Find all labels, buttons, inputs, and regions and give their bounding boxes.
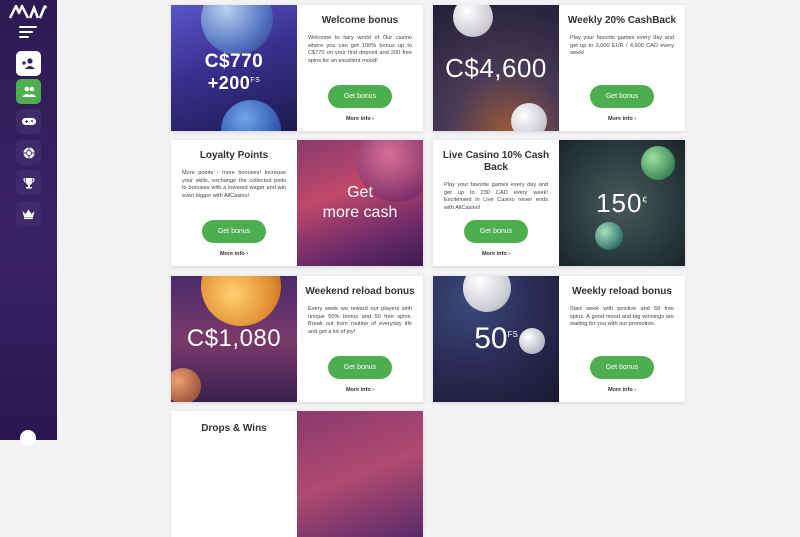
freespins-amount: 50FS: [474, 322, 518, 355]
promo-card-weekly-reload: 50FS Weekly reload bonus Start week with…: [433, 276, 685, 402]
trophy-icon[interactable]: [16, 170, 41, 195]
promo-card-weekend-reload: C$1,080 Weekend reload bonus Every week …: [171, 276, 423, 402]
promo-info: Live Casino 10% Cash Back Play your favo…: [433, 140, 559, 266]
planet-decoration: [641, 146, 675, 180]
menu-icon[interactable]: [19, 26, 37, 40]
promo-title: Weekly reload bonus: [572, 286, 672, 297]
promo-info: Weekly reload bonus Start week with posi…: [559, 276, 685, 402]
promo-image: Get more cash: [297, 140, 423, 266]
promo-info: Loyalty Points More points - more bonuse…: [171, 140, 297, 266]
promo-image-text: more cash: [322, 204, 398, 221]
chevron-right-icon: ›: [634, 116, 637, 122]
promo-title: Weekend reload bonus: [305, 286, 415, 297]
planet-decoration: [171, 368, 201, 402]
promo-description: Start week with positive and 50 free spi…: [570, 306, 674, 328]
promo-description: Play your favorite games every day and g…: [444, 182, 548, 211]
freespins-amount: +200FS: [207, 72, 261, 93]
planet-decoration: [595, 222, 623, 250]
promo-image: 50FS: [433, 276, 559, 402]
promo-info: Weekly 20% CashBack Play your favorite g…: [559, 5, 685, 131]
promo-title: Weekly 20% CashBack: [567, 15, 677, 26]
promo-image: C$770 +200FS: [171, 5, 297, 131]
logo[interactable]: [8, 4, 48, 20]
promo-card-loyalty: Loyalty Points More points - more bonuse…: [171, 140, 423, 266]
chevron-right-icon: ›: [634, 387, 637, 393]
promo-description: Welcome to fairy world of Our casino whe…: [308, 35, 412, 64]
get-bonus-button[interactable]: Get bonus: [328, 85, 392, 108]
moon-decoration: [519, 328, 545, 354]
promo-title: Drops & Wins: [201, 423, 267, 434]
more-info-link[interactable]: More info ›: [297, 387, 423, 393]
promo-info: Welcome bonus Welcome to fairy world of …: [297, 5, 423, 131]
user-icon[interactable]: [16, 51, 41, 76]
planet-decoration: [201, 276, 281, 326]
promo-description: Every week we reward our players with un…: [308, 306, 412, 335]
chat-icon[interactable]: [20, 430, 36, 446]
promo-card-live-casino: Live Casino 10% Cash Back Play your favo…: [433, 140, 685, 266]
promo-image: 150€: [559, 140, 685, 266]
get-bonus-button[interactable]: Get bonus: [202, 220, 266, 243]
bonus-amount: C$1,080: [186, 325, 282, 352]
promo-title: Welcome bonus: [321, 15, 399, 26]
promo-info: Drops & Wins: [171, 411, 297, 537]
promo-info: Weekend reload bonus Every week we rewar…: [297, 276, 423, 402]
gamepad-icon[interactable]: [16, 109, 41, 134]
promo-description: More points - more bonuses! Increase you…: [182, 170, 286, 199]
promo-image: C$1,080: [171, 276, 297, 402]
promo-description: Play your favorite games every day and g…: [570, 35, 674, 57]
more-info-link[interactable]: More info ›: [297, 116, 423, 122]
chevron-right-icon: ›: [372, 387, 375, 393]
promo-image-text: Get: [347, 184, 373, 201]
promo-card-cashback: C$4,600 Weekly 20% CashBack Play your fa…: [433, 5, 685, 131]
promo-card-welcome: C$770 +200FS Welcome bonus Welcome to fa…: [171, 5, 423, 131]
promo-title: Live Casino 10% Cash Back: [442, 150, 550, 173]
more-info-link[interactable]: More info ›: [559, 387, 685, 393]
chip-icon[interactable]: [16, 140, 41, 165]
planet-decoration: [201, 5, 273, 55]
promo-image: [297, 411, 423, 537]
promo-image: C$4,600: [433, 5, 559, 131]
get-bonus-button[interactable]: Get bonus: [590, 356, 654, 379]
chevron-right-icon: ›: [372, 116, 375, 122]
sidebar: [0, 0, 57, 446]
chevron-right-icon: ›: [508, 251, 511, 257]
more-info-link[interactable]: More info ›: [433, 251, 559, 257]
chevron-right-icon: ›: [246, 251, 249, 257]
more-info-link[interactable]: More info ›: [559, 116, 685, 122]
moon-decoration: [463, 276, 511, 312]
bonus-amount: C$770: [204, 50, 264, 72]
cashback-amount: 150€: [596, 187, 648, 218]
more-info-link[interactable]: More info ›: [171, 251, 297, 257]
users-icon[interactable]: [16, 79, 41, 104]
get-bonus-button[interactable]: Get bonus: [328, 356, 392, 379]
moon-decoration: [453, 5, 493, 37]
cashback-amount: C$4,600: [445, 52, 547, 83]
moon-decoration: [511, 103, 547, 131]
planet-decoration: [221, 100, 281, 131]
crown-icon[interactable]: [16, 201, 41, 226]
get-bonus-button[interactable]: Get bonus: [464, 220, 528, 243]
get-bonus-button[interactable]: Get bonus: [590, 85, 654, 108]
promo-title: Loyalty Points: [199, 150, 269, 161]
promo-card-drops-wins: Drops & Wins: [171, 411, 423, 537]
